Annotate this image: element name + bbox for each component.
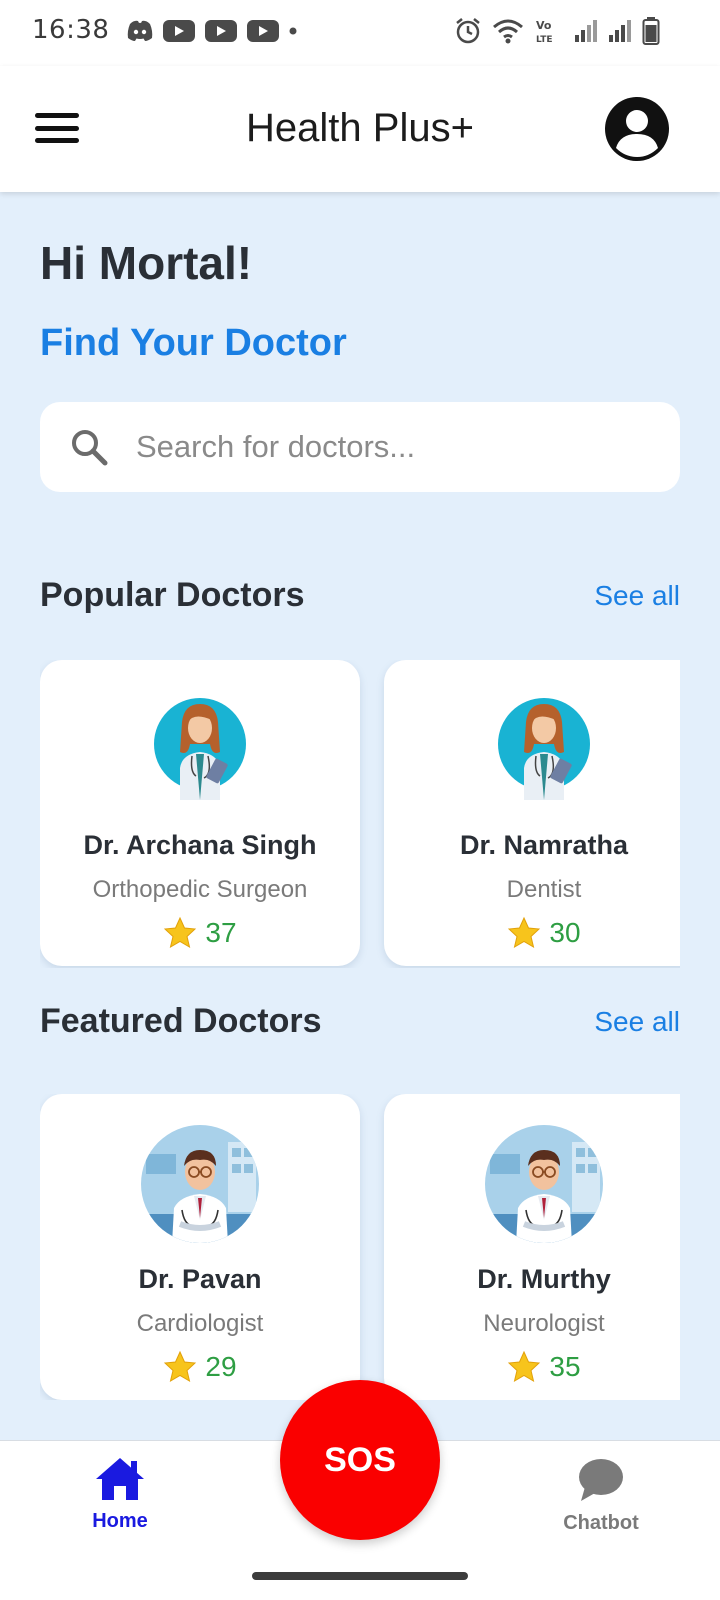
find-doctor-heading: Find Your Doctor xyxy=(40,322,347,364)
doctor-name: Dr. Namratha xyxy=(459,830,629,860)
featured-doctors-title: Featured Doctors xyxy=(40,1002,322,1040)
doctor-rating: 29 xyxy=(40,1350,360,1384)
doctor-specialty: Neurologist xyxy=(483,1310,605,1337)
signal-icon xyxy=(575,20,597,42)
app-bar: Health Plus+ xyxy=(0,66,720,192)
female-doctor-avatar xyxy=(498,698,590,800)
youtube-icon xyxy=(247,20,279,42)
popular-doctors-list: Dr. Archana Singh Orthopedic Surgeon 37 … xyxy=(40,660,680,968)
doctor-rating: 37 xyxy=(40,916,360,950)
doctor-card[interactable]: Dr. Pavan Cardiologist 29 xyxy=(40,1094,360,1400)
greeting: Hi Mortal! xyxy=(40,237,253,289)
nav-chatbot[interactable]: Chatbot xyxy=(556,1457,646,1535)
gesture-bar[interactable] xyxy=(252,1572,468,1580)
volte-icon: Vo LTE xyxy=(536,19,553,45)
search-box[interactable] xyxy=(40,402,680,492)
nav-home[interactable]: Home xyxy=(80,1455,160,1533)
youtube-icon xyxy=(205,20,237,42)
rating-value: 30 xyxy=(549,917,581,948)
popular-doctors-title: Popular Doctors xyxy=(40,576,305,614)
featured-see-all-link[interactable]: See all xyxy=(594,1006,680,1038)
signal-icon xyxy=(609,20,631,42)
svg-text:LTE: LTE xyxy=(536,35,553,45)
male-doctor-avatar xyxy=(485,1125,603,1243)
home-icon xyxy=(96,1458,144,1500)
doctor-card[interactable]: Dr. Murthy Neurologist 35 xyxy=(384,1094,680,1400)
doctor-name: Dr. Murthy xyxy=(477,1264,611,1294)
doctor-rating: 30 xyxy=(384,916,680,950)
status-bar: 16:38 Vo LTE xyxy=(0,0,720,66)
battery-icon xyxy=(642,17,660,45)
star-icon xyxy=(508,1350,541,1383)
doctor-specialty: Cardiologist xyxy=(136,1310,264,1337)
featured-doctors-list: Dr. Pavan Cardiologist 29 Dr. Murthy Neu… xyxy=(40,1094,680,1400)
search-icon xyxy=(72,430,108,466)
svg-text:Vo: Vo xyxy=(536,19,552,32)
discord-icon xyxy=(127,20,153,41)
nav-chatbot-label: Chatbot xyxy=(563,1512,639,1534)
sos-button[interactable]: SOS xyxy=(280,1380,440,1540)
rating-value: 37 xyxy=(205,917,237,948)
star-icon xyxy=(164,1350,197,1383)
chat-bubble-icon xyxy=(579,1459,623,1501)
account-circle-icon[interactable] xyxy=(604,96,670,162)
male-doctor-avatar xyxy=(141,1125,259,1243)
rating-value: 35 xyxy=(549,1351,581,1382)
rating-value: 29 xyxy=(205,1351,237,1382)
doctor-card[interactable]: Dr. Namratha Dentist 30 xyxy=(384,660,680,966)
doctor-specialty: Orthopedic Surgeon xyxy=(92,876,308,903)
star-icon xyxy=(508,916,541,949)
system-icons: Vo LTE xyxy=(454,16,660,46)
doctor-specialty: Dentist xyxy=(506,876,582,903)
doctor-card[interactable]: Dr. Archana Singh Orthopedic Surgeon 37 xyxy=(40,660,360,966)
doctor-name: Dr. Archana Singh xyxy=(83,830,317,860)
female-doctor-avatar xyxy=(154,698,246,800)
nav-home-label: Home xyxy=(92,1510,148,1532)
search-input[interactable] xyxy=(136,402,656,492)
dot-icon xyxy=(289,27,297,35)
star-icon xyxy=(164,916,197,949)
youtube-icon xyxy=(163,20,195,42)
notification-icons xyxy=(126,18,298,44)
popular-see-all-link[interactable]: See all xyxy=(594,580,680,612)
status-time: 16:38 xyxy=(32,15,110,45)
doctor-name: Dr. Pavan xyxy=(138,1264,262,1294)
alarm-icon xyxy=(456,18,480,44)
doctor-rating: 35 xyxy=(384,1350,680,1384)
wifi-icon xyxy=(493,19,523,44)
